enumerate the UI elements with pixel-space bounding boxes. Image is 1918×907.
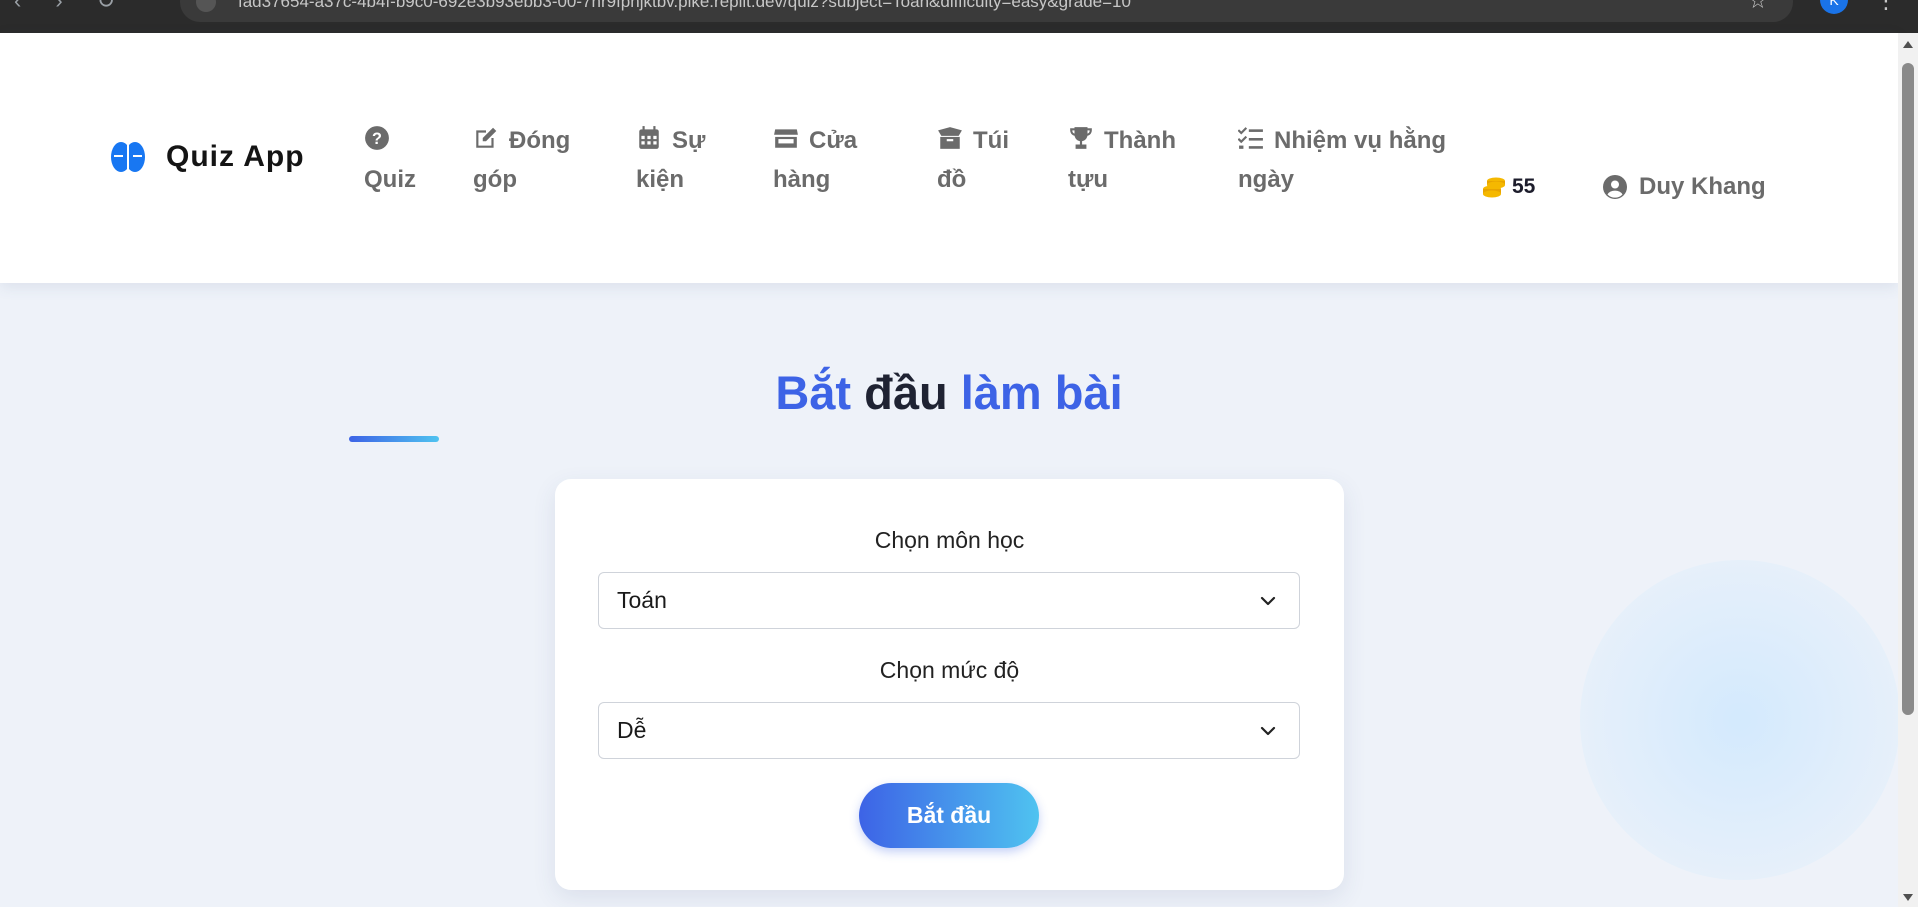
reload-icon[interactable]: ↻ bbox=[97, 0, 115, 14]
page-scrollbar[interactable] bbox=[1898, 33, 1918, 907]
difficulty-select[interactable]: Dễ bbox=[598, 702, 1300, 759]
nav-label-line2: hàng bbox=[773, 166, 831, 193]
scroll-down-arrow-icon[interactable] bbox=[1903, 894, 1913, 901]
nav-item-shop[interactable]: Cửa hàng bbox=[773, 121, 857, 199]
box-icon bbox=[937, 124, 963, 150]
nav-label-line1: Đóng bbox=[509, 127, 571, 154]
calendar-icon bbox=[636, 124, 662, 150]
browser-nav: ‹ › ↻ bbox=[14, 0, 115, 14]
nav-label-line2: ngày bbox=[1238, 166, 1295, 193]
coin-balance: 55 bbox=[1482, 175, 1535, 199]
nav-label-line2: góp bbox=[473, 166, 517, 193]
title-part3: làm bài bbox=[960, 366, 1123, 419]
quiz-setup-card: Chọn môn học Toán Chọn mức độ Dễ Bắt đầu bbox=[555, 479, 1344, 890]
site-info-icon[interactable] bbox=[196, 0, 216, 12]
chevron-down-icon bbox=[1260, 596, 1276, 606]
user-name: Duy Khang bbox=[1639, 173, 1766, 200]
edit-icon bbox=[473, 124, 499, 150]
coins-icon bbox=[1483, 177, 1505, 198]
nav-label-line1: Túi bbox=[973, 127, 1009, 154]
subject-label: Chọn môn học bbox=[874, 527, 1025, 553]
browser-menu-icon[interactable]: ⋮ bbox=[1875, 0, 1897, 14]
title-part1: Bắt bbox=[775, 366, 852, 419]
user-circle-icon bbox=[1603, 175, 1627, 199]
profile-avatar[interactable]: K bbox=[1820, 0, 1848, 14]
nav-label-line1: Nhiệm vụ hằng bbox=[1274, 127, 1447, 154]
subject-selected-value: Toán bbox=[617, 587, 667, 613]
nav-item-quiz[interactable]: ? Quiz bbox=[364, 121, 416, 199]
back-icon[interactable]: ‹ bbox=[14, 0, 21, 14]
brand-name: Quiz App bbox=[166, 140, 305, 173]
start-button[interactable]: Bắt đầu bbox=[859, 783, 1039, 848]
scrollbar-thumb[interactable] bbox=[1902, 63, 1914, 715]
title-underline bbox=[349, 436, 439, 442]
scroll-up-arrow-icon[interactable] bbox=[1903, 41, 1913, 48]
background-glow bbox=[1580, 560, 1900, 880]
nav-label-line2: kiện bbox=[636, 166, 685, 193]
page-title: Bắt đầu làm bài bbox=[0, 365, 1898, 420]
tasks-icon bbox=[1237, 124, 1264, 150]
site-header: Quiz App ? Quiz Đóng góp Sự kiện Cửa hàn… bbox=[0, 33, 1898, 283]
nav-item-events[interactable]: Sự kiện bbox=[636, 121, 705, 199]
address-text: fad37654-a37c-4b4f-b9c0-692e3b93ebb3-00-… bbox=[238, 0, 1131, 11]
nav-item-daily-quests[interactable]: Nhiệm vụ hằng ngày bbox=[1237, 121, 1447, 199]
chevron-down-icon bbox=[1260, 726, 1276, 736]
nav-label-line2: đồ bbox=[937, 166, 967, 193]
address-bar[interactable]: fad37654-a37c-4b4f-b9c0-692e3b93ebb3-00-… bbox=[180, 0, 1793, 22]
user-menu[interactable]: Duy Khang bbox=[1603, 173, 1766, 201]
forward-icon[interactable]: › bbox=[55, 0, 62, 14]
brain-icon bbox=[111, 142, 145, 172]
nav-label-line2: Quiz bbox=[364, 166, 416, 193]
nav-label-line1: Sự bbox=[672, 127, 706, 154]
store-icon bbox=[773, 124, 799, 150]
nav-item-inventory[interactable]: Túi đồ bbox=[937, 121, 1009, 199]
browser-toolbar: ‹ › ↻ fad37654-a37c-4b4f-b9c0-692e3b93eb… bbox=[0, 0, 1918, 33]
bookmark-star-icon[interactable]: ☆ bbox=[1748, 0, 1768, 14]
nav-label-line2: tựu bbox=[1068, 166, 1109, 193]
title-part2: đầu bbox=[864, 366, 948, 419]
nav-item-contribute[interactable]: Đóng góp bbox=[473, 121, 570, 199]
difficulty-selected-value: Dễ bbox=[617, 717, 647, 743]
difficulty-label: Chọn mức độ bbox=[879, 657, 1020, 683]
svg-text:?: ? bbox=[372, 130, 382, 148]
brand[interactable]: Quiz App bbox=[110, 140, 305, 174]
coin-count: 55 bbox=[1512, 175, 1536, 198]
nav-label-line1: Thành bbox=[1104, 127, 1176, 154]
nav-item-achievements[interactable]: Thành tựu bbox=[1068, 121, 1176, 199]
question-circle-icon: ? bbox=[364, 124, 390, 150]
nav-label-line1: Cửa bbox=[809, 127, 858, 154]
trophy-icon bbox=[1068, 124, 1094, 150]
subject-select[interactable]: Toán bbox=[598, 572, 1300, 629]
